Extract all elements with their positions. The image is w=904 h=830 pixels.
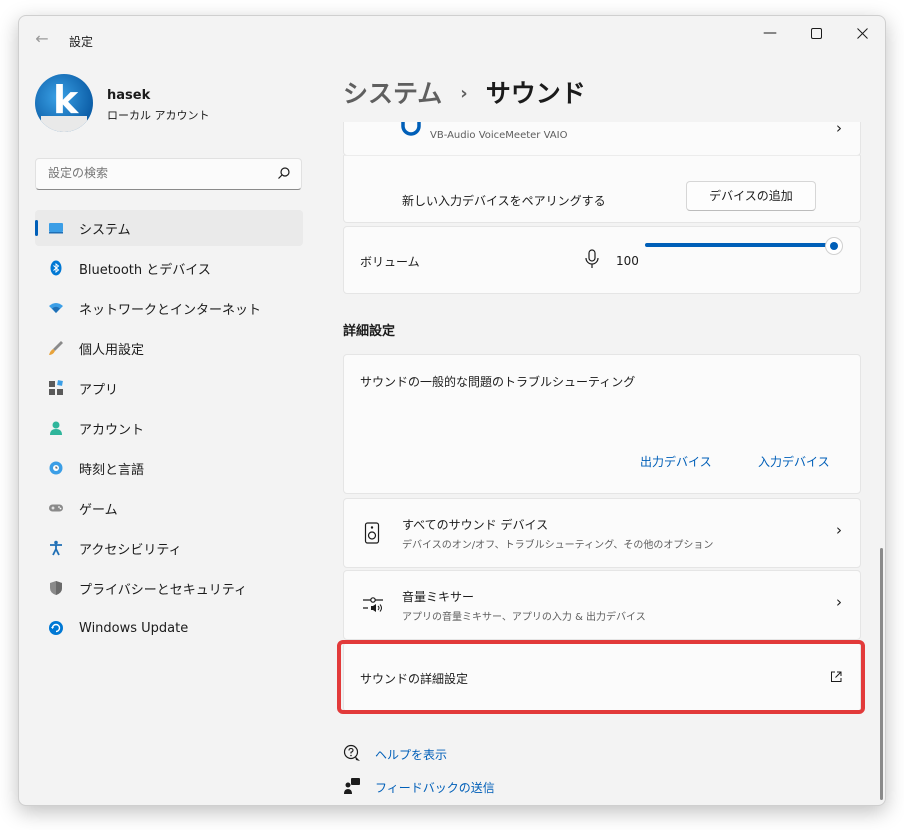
- sidebar-item-label: 個人用設定: [79, 342, 145, 358]
- help-link[interactable]: ヘルプを表示: [375, 746, 447, 763]
- more-sound-settings-title: サウンドの詳細設定: [360, 672, 469, 686]
- gamepad-icon: [49, 504, 63, 512]
- breadcrumb: システム › サウンド: [343, 74, 586, 110]
- system-icon: [49, 223, 63, 234]
- settings-window: ← 設定 — k hasek ローカル アカウント システム Bluetooth…: [18, 15, 886, 806]
- sidebar-item-label: アカウント: [79, 422, 145, 438]
- volume-card: ボリューム 100: [343, 226, 861, 294]
- bluetooth-icon: [50, 260, 62, 276]
- sidebar-item-label: アクセシビリティ: [79, 542, 182, 558]
- sidebar-item-bluetooth[interactable]: Bluetooth とデバイス: [35, 250, 303, 286]
- sidebar-item-accounts[interactable]: アカウント: [35, 410, 303, 446]
- accessibility-icon: [50, 540, 62, 556]
- window-title: 設定: [69, 35, 94, 49]
- troubleshoot-title: サウンドの一般的な問題のトラブルシューティング: [360, 375, 636, 389]
- sidebar-item-label: ネットワークとインターネット: [79, 302, 262, 318]
- apps-icon: [49, 380, 63, 395]
- wifi-icon: [49, 303, 63, 313]
- volume-value: 100: [616, 254, 639, 268]
- chevron-right-icon: ›: [836, 593, 842, 611]
- chevron-right-icon: ›: [460, 83, 468, 104]
- input-device-name: VB-Audio VoiceMeeter VAIO: [430, 130, 568, 141]
- add-device-button[interactable]: デバイスの追加: [686, 181, 816, 211]
- section-header: 詳細設定: [343, 324, 396, 339]
- brush-icon: [49, 341, 63, 355]
- scrollbar[interactable]: [880, 548, 883, 800]
- speaker-icon: [364, 522, 380, 544]
- shield-icon: [50, 581, 62, 595]
- sidebar-item-label: 時刻と言語: [79, 462, 145, 478]
- page-title: サウンド: [485, 79, 586, 108]
- troubleshoot-card: サウンドの一般的な問題のトラブルシューティング 出力デバイス 入力デバイス: [343, 354, 861, 494]
- search-icon[interactable]: [277, 166, 291, 180]
- title-bar: ← 設定 —: [19, 16, 885, 62]
- sidebar-item-time-language[interactable]: 時刻と言語: [35, 450, 303, 486]
- all-devices-title: すべてのサウンド デバイス: [402, 518, 549, 532]
- sidebar-item-label: ゲーム: [79, 502, 118, 518]
- search-input[interactable]: [46, 165, 270, 181]
- chevron-right-icon: ›: [836, 521, 842, 539]
- sidebar-item-system[interactable]: システム: [35, 210, 303, 246]
- sidebar-item-personalization[interactable]: 個人用設定: [35, 330, 303, 366]
- sidebar-nav: システム Bluetooth とデバイス ネットワークとインターネット 個人用設…: [35, 210, 303, 650]
- sidebar-item-label: Bluetooth とデバイス: [79, 262, 211, 278]
- close-icon: [856, 27, 868, 39]
- main-content: VB-Audio VoiceMeeter VAIO › 新しい入力デバイスをペア…: [343, 122, 863, 805]
- sidebar-item-label: プライバシーとセキュリティ: [79, 582, 247, 598]
- maximize-icon: [810, 27, 822, 39]
- help-icon: [343, 744, 360, 761]
- open-external-icon: [831, 671, 842, 682]
- all-sound-devices-row[interactable]: すべてのサウンド デバイス デバイスのオン/オフ、トラブルシューティング、その他…: [343, 498, 861, 568]
- close-button[interactable]: [839, 16, 885, 50]
- feedback-icon: [344, 778, 360, 794]
- input-device-card[interactable]: VB-Audio VoiceMeeter VAIO ›: [343, 122, 861, 156]
- search-box[interactable]: [35, 158, 302, 190]
- sidebar-item-label: アプリ: [79, 382, 119, 398]
- minimize-button[interactable]: —: [747, 16, 793, 50]
- sidebar-item-label: システム: [79, 222, 131, 238]
- volume-slider-track[interactable]: [645, 243, 833, 247]
- mixer-icon: [363, 597, 383, 612]
- volume-mixer-row[interactable]: 音量ミキサー アプリの音量ミキサー、アプリの入力 & 出力デバイス ›: [343, 570, 861, 640]
- back-arrow-icon[interactable]: ←: [33, 30, 51, 48]
- pair-device-label: 新しい入力デバイスをペアリングする: [402, 194, 606, 208]
- avatar[interactable]: k: [35, 74, 93, 132]
- breadcrumb-parent[interactable]: システム: [343, 79, 442, 108]
- output-device-link[interactable]: 出力デバイス: [640, 453, 712, 470]
- mixer-title: 音量ミキサー: [402, 590, 475, 604]
- volume-slider-thumb[interactable]: [825, 237, 843, 255]
- microphone-icon[interactable]: [584, 249, 600, 269]
- sidebar-item-apps[interactable]: アプリ: [35, 370, 303, 406]
- sidebar-item-label: Windows Update: [79, 620, 189, 636]
- feedback-link[interactable]: フィードバックの送信: [375, 779, 495, 796]
- update-icon: [49, 621, 63, 635]
- volume-label: ボリューム: [360, 255, 420, 269]
- maximize-button[interactable]: [793, 16, 839, 50]
- sidebar-item-gaming[interactable]: ゲーム: [35, 490, 303, 526]
- sidebar-item-accessibility[interactable]: アクセシビリティ: [35, 530, 303, 566]
- input-device-link[interactable]: 入力デバイス: [758, 453, 830, 470]
- avatar-letter-icon: k: [53, 78, 79, 122]
- user-name: hasek: [107, 88, 151, 103]
- pair-device-row: 新しい入力デバイスをペアリングする デバイスの追加: [343, 155, 861, 223]
- globe-clock-icon: [49, 461, 63, 475]
- person-icon: [50, 421, 62, 435]
- all-devices-subtitle: デバイスのオン/オフ、トラブルシューティング、その他のオプション: [402, 540, 714, 551]
- mixer-subtitle: アプリの音量ミキサー、アプリの入力 & 出力デバイス: [402, 612, 646, 623]
- sidebar-item-privacy[interactable]: プライバシーとセキュリティ: [35, 570, 303, 606]
- account-type: ローカル アカウント: [107, 109, 210, 122]
- more-sound-settings-row[interactable]: サウンドの詳細設定: [343, 642, 861, 712]
- microphone-device-icon: [401, 122, 421, 136]
- sidebar-item-network[interactable]: ネットワークとインターネット: [35, 290, 303, 326]
- chevron-right-icon: ›: [836, 122, 842, 137]
- sidebar-item-windows-update[interactable]: Windows Update: [35, 610, 303, 646]
